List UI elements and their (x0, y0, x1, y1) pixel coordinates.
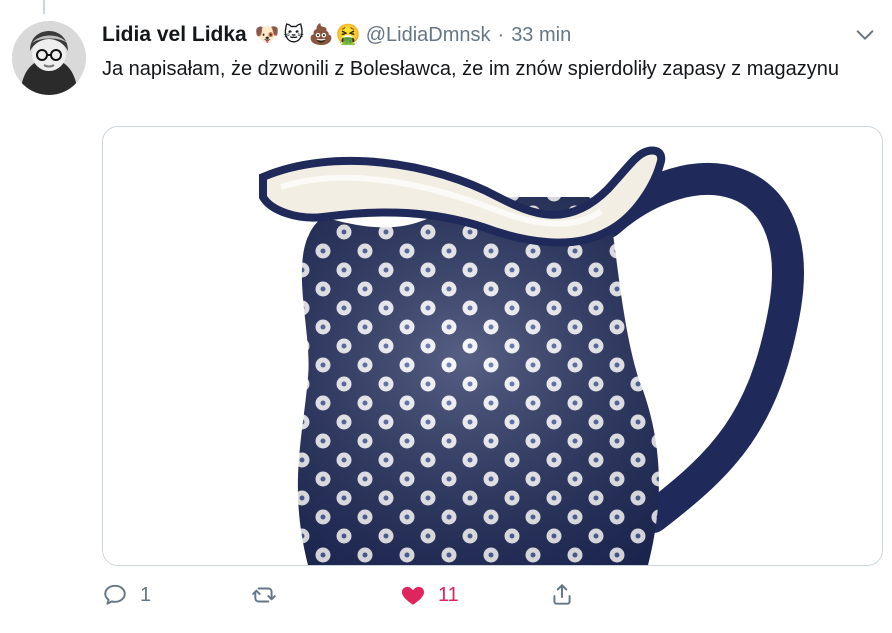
share-button[interactable] (549, 582, 589, 608)
thread-line (43, 0, 45, 14)
chevron-down-icon[interactable] (854, 24, 876, 46)
author-name[interactable]: Lidia vel Lidka (102, 23, 247, 47)
author-handle[interactable]: @LidiaDmnsk (366, 24, 491, 47)
retweet-icon (252, 587, 276, 603)
dog-face-icon: 🐶 (254, 24, 280, 46)
nauseated-face-icon: 🤮 (335, 24, 361, 46)
like-button[interactable]: 11 (400, 582, 549, 608)
reply-count: 1 (140, 583, 152, 606)
tweet-header: Lidia vel Lidka 🐶 🐱 💩 🤮 @LidiaDmnsk · 33… (102, 20, 571, 50)
timestamp[interactable]: 33 min (511, 24, 571, 47)
reply-button[interactable]: 1 (102, 582, 251, 608)
like-count: 11 (438, 583, 459, 606)
retweet-button[interactable] (251, 582, 400, 608)
tweet-actions: 1 11 (102, 580, 589, 610)
tweet-media[interactable] (102, 126, 883, 566)
heart-icon (401, 586, 425, 605)
polka-dot-pitcher-image (103, 127, 882, 565)
avatar[interactable] (12, 21, 86, 95)
cat-face-icon: 🐱 (283, 24, 305, 46)
separator: · (497, 23, 505, 46)
author-emojis: 🐶 🐱 💩 🤮 (254, 23, 361, 47)
pile-of-poo-icon: 💩 (308, 24, 334, 46)
tweet-text: Ja napisałam, że dzwonili z Bolesławca, … (102, 58, 839, 80)
reply-icon (104, 584, 126, 605)
share-icon (553, 584, 571, 605)
